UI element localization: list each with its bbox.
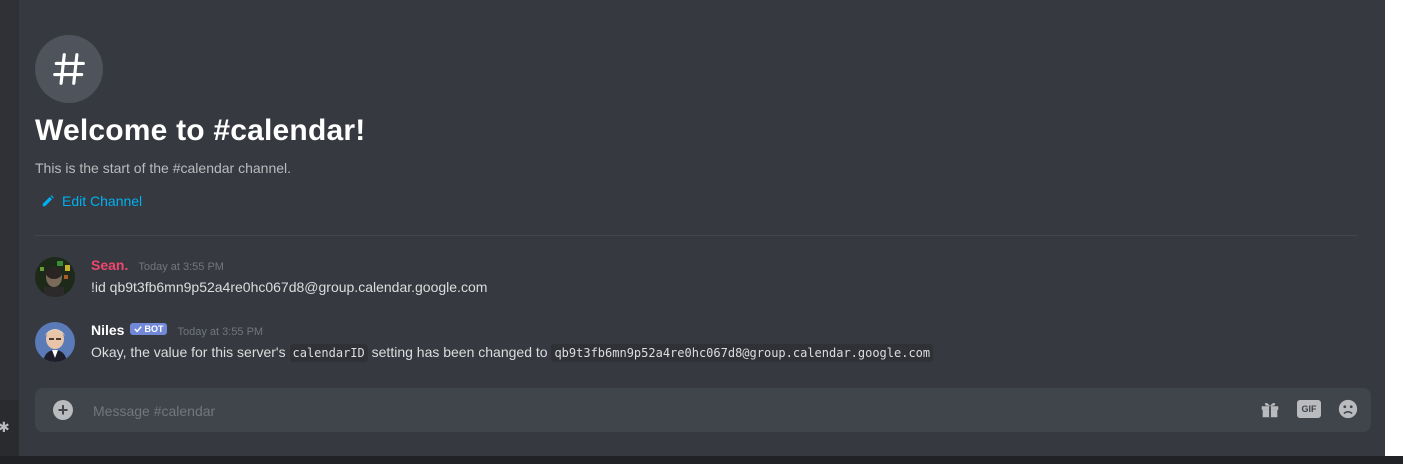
inline-code: calendarID	[289, 344, 368, 362]
gif-icon[interactable]: GIF	[1297, 400, 1321, 418]
divider	[35, 235, 1357, 236]
bot-badge: BOT	[130, 323, 168, 335]
message-input[interactable]	[91, 388, 1195, 434]
message-composer: + GIF	[35, 388, 1371, 434]
avatar[interactable]	[35, 257, 75, 297]
timestamp: Today at 3:55 PM	[177, 326, 264, 338]
message-content: Okay, the value for this server's calend…	[91, 344, 934, 362]
edit-channel-button[interactable]: Edit Channel	[41, 193, 142, 209]
server-sidebar-edge: ✱	[0, 0, 19, 456]
inline-code: qb9t3fb6mn9p52a4re0hc067d8@group.calenda…	[551, 344, 934, 362]
welcome-title: Welcome to #calendar!	[35, 114, 366, 147]
message-header: Sean. Today at 3:55 PM	[91, 257, 224, 273]
verified-check-icon	[134, 326, 143, 333]
chat-area: Welcome to #calendar! This is the start …	[19, 0, 1403, 456]
settings-icon[interactable]: ✱	[0, 420, 10, 434]
pencil-icon	[42, 195, 54, 207]
taskbar-edge	[0, 456, 1403, 464]
message-text: Okay, the value for this server's	[91, 344, 290, 360]
welcome-subtitle: This is the start of the #calendar chann…	[35, 160, 292, 176]
channel-icon	[35, 35, 103, 103]
plus-icon[interactable]: +	[53, 400, 73, 420]
timestamp: Today at 3:55 PM	[138, 261, 224, 273]
gift-icon[interactable]	[1259, 398, 1281, 420]
composer-actions: GIF	[1259, 398, 1359, 420]
message-header: Niles BOT Today at 3:55 PM	[91, 322, 263, 338]
edit-channel-label: Edit Channel	[62, 193, 143, 209]
message-content: !id qb9t3fb6mn9p52a4re0hc067d8@group.cal…	[91, 279, 488, 295]
emoji-icon[interactable]	[1337, 398, 1359, 420]
hash-icon	[53, 53, 85, 85]
bot-badge-label: BOT	[144, 324, 164, 334]
username[interactable]: Sean.	[91, 257, 128, 273]
message-text: setting has been changed to	[367, 344, 552, 360]
window-edge	[1385, 0, 1403, 456]
username[interactable]: Niles	[91, 322, 124, 338]
avatar[interactable]	[35, 322, 75, 362]
